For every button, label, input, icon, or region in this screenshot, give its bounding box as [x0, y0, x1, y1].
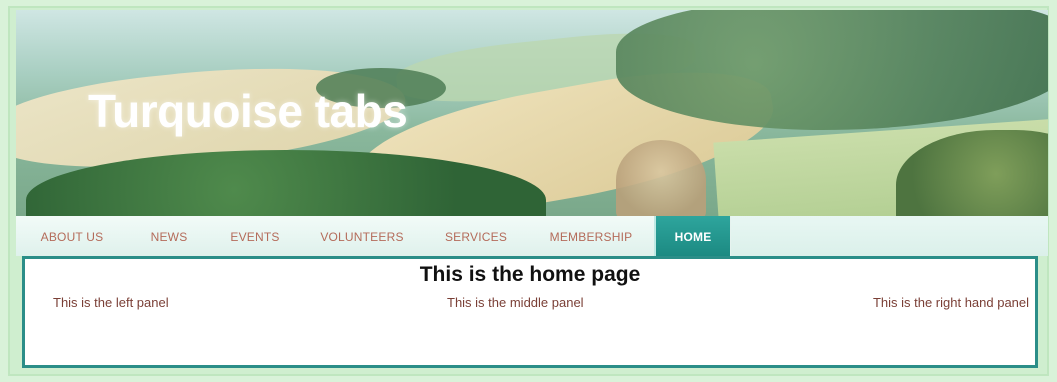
tab-about-us[interactable]: ABOUT US	[16, 216, 129, 256]
tab-membership[interactable]: MEMBERSHIP	[528, 216, 655, 256]
tab-events[interactable]: EVENTS	[210, 216, 301, 256]
tab-news[interactable]: NEWS	[128, 216, 211, 256]
right-panel: This is the right hand panel	[872, 295, 1030, 310]
tab-home[interactable]: HOME	[654, 216, 731, 256]
left-panel: This is the left panel	[53, 295, 169, 310]
middle-panel: This is the middle panel	[447, 295, 584, 310]
page-title: This is the home page	[419, 263, 641, 286]
tab-navigation: ABOUT US NEWS EVENTS VOLUNTEERS SERVICES…	[16, 216, 1048, 256]
site-title: Turquoise tabs	[88, 85, 408, 137]
tab-services[interactable]: SERVICES	[424, 216, 529, 256]
tab-volunteers[interactable]: VOLUNTEERS	[300, 216, 425, 256]
header-banner: Turquoise tabs	[16, 10, 1048, 216]
content-area: This is the home page This is the left p…	[22, 256, 1038, 368]
